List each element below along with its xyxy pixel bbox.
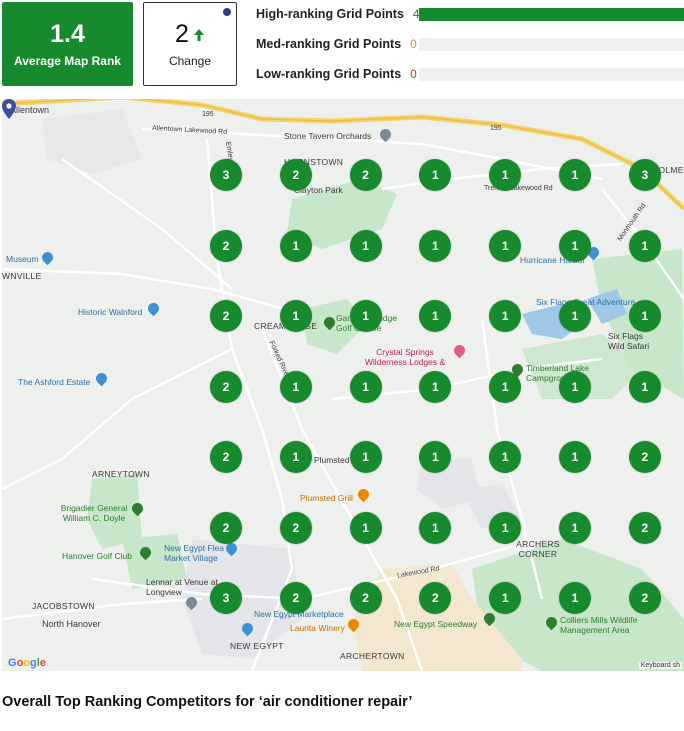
- grid-point-marker[interactable]: 1: [349, 511, 382, 544]
- grid-point-marker[interactable]: 1: [419, 370, 452, 403]
- grid-point-marker[interactable]: 2: [210, 511, 242, 544]
- grid-point-marker[interactable]: 2: [628, 582, 661, 614]
- grid-point-marker[interactable]: 1: [349, 441, 382, 473]
- average-map-rank-card: 1.4 Average Map Rank: [2, 2, 133, 86]
- grid-point-marker[interactable]: 1: [489, 229, 522, 262]
- grid-point-marker[interactable]: 1: [279, 441, 312, 473]
- grid-point-marker[interactable]: 3: [210, 582, 242, 614]
- average-map-rank-value: 1.4: [50, 20, 85, 48]
- grid-point-marker[interactable]: 2: [210, 441, 242, 473]
- grid-point-marker[interactable]: 2: [210, 229, 242, 262]
- grid-point-marker[interactable]: 1: [349, 300, 382, 332]
- change-row: 2: [175, 20, 205, 48]
- grid-point-marker[interactable]: 1: [559, 229, 591, 262]
- high-ranking-label: High-ranking Grid Points: [256, 7, 404, 21]
- grid-point-marker[interactable]: 1: [419, 300, 452, 332]
- grid-point-marker[interactable]: 2: [279, 159, 312, 191]
- grid-point-marker[interactable]: 1: [419, 441, 452, 473]
- grid-point-marker[interactable]: 1: [628, 300, 661, 332]
- grid-point-marker[interactable]: 1: [279, 229, 312, 262]
- med-ranking-count: 0: [410, 37, 417, 51]
- grid-point-marker[interactable]: 1: [559, 370, 591, 403]
- change-card: 2 Change: [143, 2, 237, 86]
- grid-point-marker[interactable]: 2: [628, 441, 661, 473]
- grid-point-marker[interactable]: 1: [419, 511, 452, 544]
- grid-point-marker[interactable]: 1: [489, 582, 522, 614]
- grid-point-marker[interactable]: 1: [559, 300, 591, 332]
- low-ranking-label: Low-ranking Grid Points: [256, 67, 402, 81]
- business-location-pin-icon[interactable]: [2, 99, 16, 119]
- grid-point-marker[interactable]: 1: [559, 441, 591, 473]
- grid-point-marker[interactable]: 1: [419, 229, 452, 262]
- grid-point-marker[interactable]: 3: [210, 159, 242, 191]
- grid-point-marker[interactable]: 2: [279, 511, 312, 544]
- grid-point-marker[interactable]: 1: [279, 300, 312, 332]
- grid-point-marker[interactable]: 1: [279, 370, 312, 403]
- high-ranking-bar-fill: [419, 8, 684, 21]
- low-ranking-bar: [419, 68, 684, 81]
- grid-point-marker[interactable]: 1: [489, 159, 522, 191]
- high-ranking-row: High-ranking Grid Points 49: [256, 4, 426, 24]
- grid-point-marker[interactable]: 1: [489, 441, 522, 473]
- grid-point-marker[interactable]: 1: [628, 229, 661, 262]
- grid-point-marker[interactable]: 2: [628, 511, 661, 544]
- grid-points-layer: 3 2 2 1 1 1 3 2 1 1 1 1 1 1 2 1 1 1 1 1 1 2 1 1 1 1 1 1 2 1 1 1 1 1 2 2 2 1 1 1…: [2, 99, 684, 671]
- low-ranking-count: 0: [410, 67, 417, 81]
- grid-point-marker[interactable]: 2: [349, 159, 382, 191]
- section-title: Overall Top Ranking Competitors for ‘air…: [2, 694, 413, 710]
- google-logo: Google: [8, 657, 46, 669]
- med-ranking-bar: [419, 38, 684, 51]
- grid-point-marker[interactable]: 2: [419, 582, 452, 614]
- grid-point-marker[interactable]: 2: [210, 300, 242, 332]
- grid-point-marker[interactable]: 2: [279, 582, 312, 614]
- med-ranking-label: Med-ranking Grid Points: [256, 37, 402, 51]
- change-label: Change: [168, 54, 212, 68]
- grid-point-marker[interactable]: 1: [419, 159, 452, 191]
- grid-point-marker[interactable]: 1: [628, 370, 661, 403]
- grid-point-marker[interactable]: 3: [628, 159, 661, 191]
- med-ranking-row: Med-ranking Grid Points 0: [256, 34, 417, 54]
- low-ranking-row: Low-ranking Grid Points 0: [256, 64, 417, 84]
- keyboard-shortcuts-link[interactable]: Keyboard sh: [638, 662, 682, 669]
- grid-point-marker[interactable]: 2: [349, 582, 382, 614]
- grid-point-marker[interactable]: 1: [349, 229, 382, 262]
- grid-point-marker[interactable]: 1: [349, 370, 382, 403]
- change-value: 2: [175, 20, 189, 48]
- info-icon[interactable]: [223, 8, 231, 16]
- grid-point-marker[interactable]: 1: [559, 582, 591, 614]
- grid-point-marker[interactable]: 1: [489, 300, 522, 332]
- high-ranking-bar: [419, 8, 684, 21]
- grid-point-marker[interactable]: 1: [489, 511, 522, 544]
- average-map-rank-label: Average Map Rank: [14, 54, 121, 68]
- grid-point-marker[interactable]: 1: [559, 159, 591, 191]
- grid-point-marker[interactable]: 2: [210, 370, 242, 403]
- grid-point-marker[interactable]: 1: [489, 370, 522, 403]
- geo-grid-map[interactable]: Allentown Stone Tavern Orchards Clayton …: [2, 99, 684, 671]
- arrow-up-icon: [193, 29, 204, 41]
- grid-point-marker[interactable]: 1: [559, 511, 591, 544]
